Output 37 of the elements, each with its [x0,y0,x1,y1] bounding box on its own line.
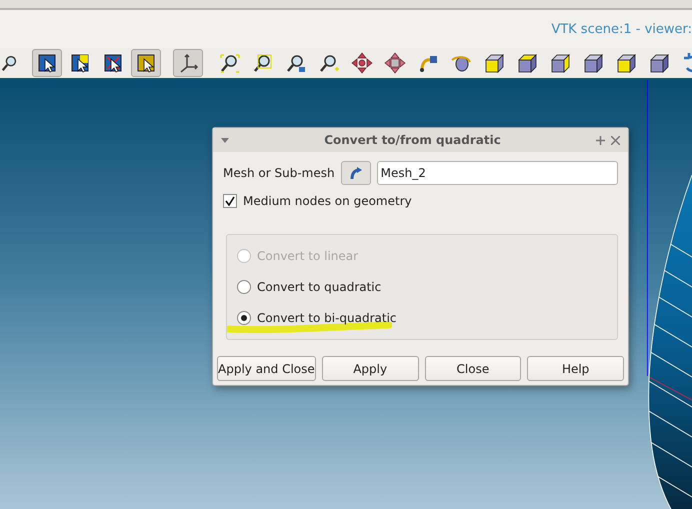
zoom-icon [252,52,274,74]
selection-cursor-icon [36,52,58,74]
dialog-button[interactable]: Close [424,356,522,381]
arrow-icon [348,166,363,180]
radio-label: Convert to bi-quadratic [257,310,397,325]
radio-button[interactable] [237,310,251,325]
dialog-button[interactable]: Help [527,356,624,381]
select-mesh-button[interactable] [340,161,371,185]
checkbox-label: Medium nodes on geometry [243,194,412,208]
selection-cursor-icon [135,52,157,74]
cube-icon [516,52,538,74]
pan-arrows-icon [384,52,406,74]
radio-label: Convert to linear [257,249,358,264]
pan-arrows-icon [351,52,373,74]
cube-icon [483,52,505,74]
dialog-title: Convert to/from quadratic [323,133,502,147]
selection-cursor-icon [102,52,124,74]
collapse-icon[interactable] [221,138,229,142]
checkbox[interactable] [223,194,237,208]
cube-icon [582,52,604,74]
radio-button[interactable] [237,280,251,294]
toolbar-button[interactable] [173,49,203,77]
toolbar-button[interactable] [32,49,62,77]
selection-cursor-icon [69,52,91,74]
dialog-button[interactable]: Apply [322,356,419,381]
cube-icon [648,52,670,74]
toolbar-button[interactable] [131,49,161,77]
mesh-label: Mesh or Sub-mesh [223,166,335,180]
close-icon[interactable] [611,136,620,144]
dialog-button[interactable]: Apply and Close [217,356,316,381]
cube-icon [615,52,637,74]
float-icon[interactable] [596,136,605,144]
zoom-icon [219,52,241,74]
mesh-field[interactable]: Mesh_2 [376,161,618,185]
cube-icon [549,52,571,74]
viewer-title: VTK scene:1 - viewer: [551,22,692,36]
radio-label: Convert to quadratic [257,280,382,294]
